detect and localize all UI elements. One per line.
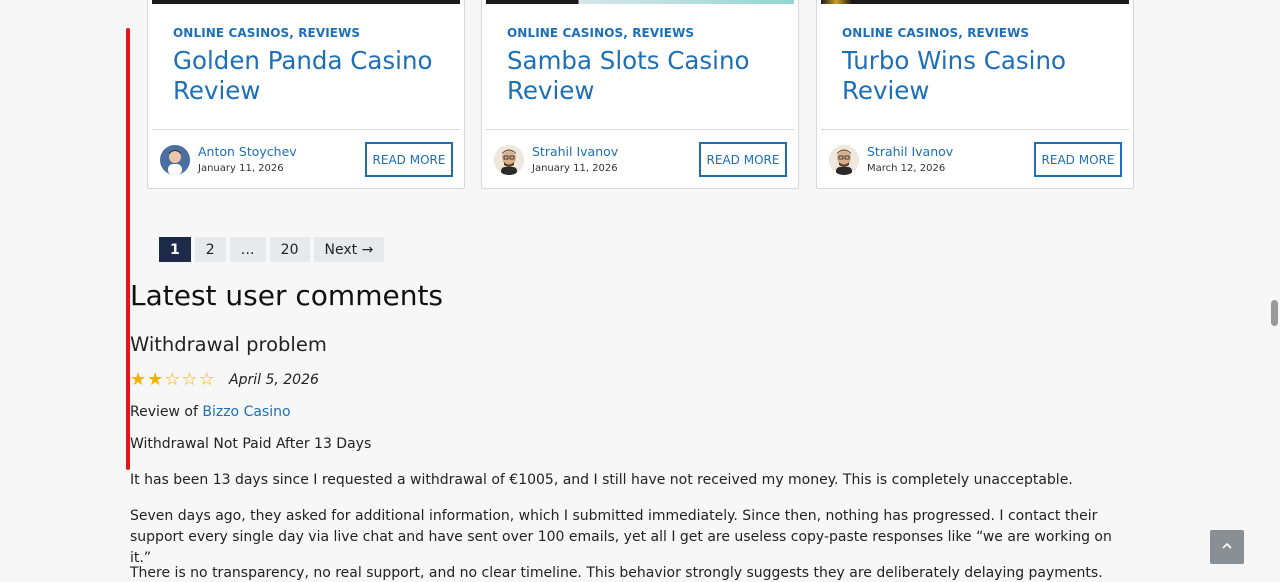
- divider: [486, 129, 794, 130]
- star-empty-icon: ☆: [164, 369, 181, 390]
- casino-link[interactable]: Bizzo Casino: [202, 404, 290, 420]
- review-of-label: Review of: [130, 404, 203, 420]
- author-link[interactable]: Strahil Ivanov: [867, 144, 953, 159]
- review-card: ONLINE CASINOS, REVIEWS Samba Slots Casi…: [481, 0, 799, 189]
- category-link[interactable]: ONLINE CASINOS: [173, 26, 289, 40]
- star-filled-icon: ★: [147, 369, 164, 390]
- read-more-button[interactable]: READ MORE: [365, 142, 453, 177]
- review-card: ONLINE CASINOS, REVIEWS Turbo Wins Casin…: [816, 0, 1134, 189]
- comment-paragraph: It has been 13 days since I requested a …: [130, 472, 1073, 488]
- card-image[interactable]: [152, 0, 460, 4]
- scrollbar-thumb[interactable]: [1271, 300, 1278, 326]
- card-title[interactable]: Samba Slots Casino Review: [507, 46, 787, 106]
- divider: [152, 129, 460, 130]
- read-more-button[interactable]: READ MORE: [1034, 142, 1122, 177]
- chevron-up-icon: [1220, 538, 1234, 557]
- star-filled-icon: ★: [130, 369, 147, 390]
- card-categories: ONLINE CASINOS, REVIEWS: [173, 26, 361, 40]
- divider: [821, 129, 1129, 130]
- comment-title: Withdrawal problem: [130, 333, 327, 356]
- category-link[interactable]: ONLINE CASINOS: [842, 26, 958, 40]
- post-date: January 11, 2026: [532, 163, 618, 174]
- review-card: ONLINE CASINOS, REVIEWS Golden Panda Cas…: [147, 0, 465, 189]
- comment-subject: Withdrawal Not Paid After 13 Days: [130, 436, 372, 452]
- avatar[interactable]: [494, 145, 524, 175]
- next-page-link[interactable]: Next →: [313, 237, 385, 262]
- star-rating: ★ ★ ☆ ☆ ☆: [130, 369, 215, 390]
- card-categories: ONLINE CASINOS, REVIEWS: [507, 26, 695, 40]
- author-link[interactable]: Strahil Ivanov: [532, 144, 618, 159]
- comment-paragraph: There is no transparency, no real suppor…: [130, 565, 1103, 581]
- star-empty-icon: ☆: [198, 369, 215, 390]
- avatar[interactable]: [829, 145, 859, 175]
- card-title[interactable]: Golden Panda Casino Review: [173, 46, 453, 106]
- page-2[interactable]: 2: [194, 237, 226, 262]
- pagination: 1 2 … 20 Next →: [159, 237, 385, 262]
- author-link[interactable]: Anton Stoychev: [198, 144, 297, 159]
- card-image[interactable]: [486, 0, 794, 4]
- card-categories: ONLINE CASINOS, REVIEWS: [842, 26, 1030, 40]
- avatar[interactable]: [160, 145, 190, 175]
- scroll-to-top-button[interactable]: [1210, 530, 1244, 564]
- post-date: March 12, 2026: [867, 163, 946, 174]
- card-image[interactable]: [821, 0, 1129, 4]
- page-ellipsis: …: [229, 237, 266, 262]
- page-1[interactable]: 1: [159, 237, 191, 262]
- comment-date: April 5, 2026: [229, 372, 319, 388]
- comment-paragraph: Seven days ago, they asked for additiona…: [130, 508, 1112, 566]
- review-of-line: Review of Bizzo Casino: [130, 404, 291, 420]
- post-date: January 11, 2026: [198, 163, 284, 174]
- page-20[interactable]: 20: [269, 237, 310, 262]
- star-empty-icon: ☆: [181, 369, 198, 390]
- category-link[interactable]: REVIEWS: [967, 26, 1029, 40]
- read-more-button[interactable]: READ MORE: [699, 142, 787, 177]
- card-title[interactable]: Turbo Wins Casino Review: [842, 46, 1122, 106]
- page: ONLINE CASINOS, REVIEWS Golden Panda Cas…: [0, 0, 1280, 582]
- category-link[interactable]: REVIEWS: [298, 26, 360, 40]
- category-link[interactable]: REVIEWS: [632, 26, 694, 40]
- section-heading: Latest user comments: [130, 279, 444, 312]
- category-link[interactable]: ONLINE CASINOS: [507, 26, 623, 40]
